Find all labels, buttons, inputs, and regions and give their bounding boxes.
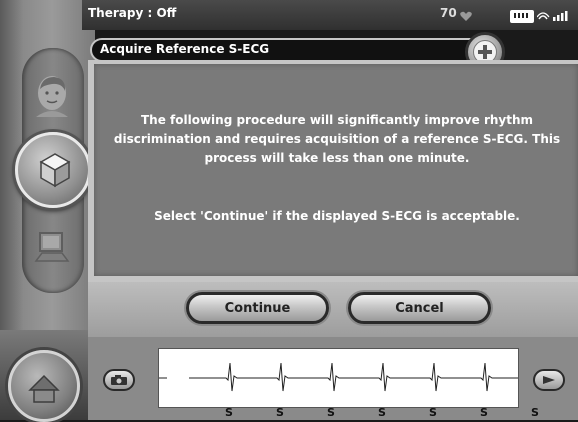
home-nav-button[interactable] (8, 350, 80, 422)
patient-icon (36, 76, 68, 117)
device-nav-button[interactable] (15, 132, 91, 208)
message-panel (94, 64, 578, 276)
capture-button[interactable] (103, 369, 135, 391)
patient-nav-button[interactable] (31, 70, 73, 120)
beat-marker: S (225, 406, 233, 419)
button-bar (88, 282, 578, 337)
beat-marker: S (531, 406, 539, 419)
device-cube-icon (39, 153, 71, 188)
camera-icon (111, 375, 127, 385)
battery-icon (510, 9, 534, 23)
heart-rate-value: 70 (440, 6, 457, 20)
arrow-icon (543, 376, 555, 384)
beat-marker: S (480, 406, 488, 419)
home-icon (28, 374, 60, 403)
computer-icon (34, 232, 70, 262)
signal-icon (537, 11, 568, 21)
beat-marker-row: SSSSSSS (158, 406, 539, 420)
device-status-icons (510, 9, 571, 23)
next-strip-button[interactable] (533, 369, 565, 391)
beat-marker: S (429, 406, 437, 419)
ecg-strip (158, 348, 545, 408)
cancel-button[interactable]: Cancel (348, 292, 491, 324)
ecg-trace (159, 362, 545, 392)
continue-instruction: Select 'Continue' if the displayed S-ECG… (154, 209, 520, 223)
continue-button[interactable]: Continue (186, 292, 329, 324)
therapy-status: Therapy : Off (88, 6, 177, 20)
beat-marker: S (327, 406, 335, 419)
computer-nav-button[interactable] (30, 225, 74, 269)
beat-marker: S (276, 406, 284, 419)
heart-icon (460, 7, 472, 26)
beat-marker: S (378, 406, 386, 419)
procedure-description: The following procedure will significant… (113, 113, 561, 165)
page-title: Acquire Reference S-ECG (100, 42, 270, 56)
